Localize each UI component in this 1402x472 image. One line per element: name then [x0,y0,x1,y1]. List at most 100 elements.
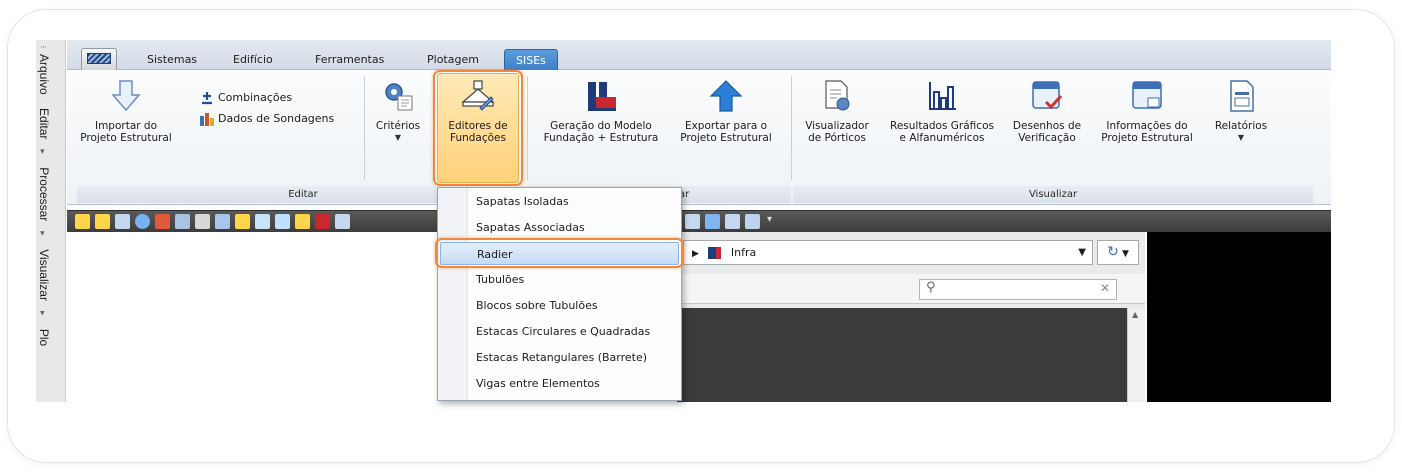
criterios-label: Critérios [375,120,421,132]
toolbar-tool-icon[interactable] [725,214,740,229]
informacoes-projeto-button[interactable]: Informações do Projeto Estrutural [1093,78,1201,144]
relatorios-button[interactable]: Relatórios ▼ [1205,78,1277,144]
editores-fundacoes-label: Editores de Fundações [448,120,508,144]
chevron-right-icon: ▸ [38,149,48,154]
refresh-icon: ↻ [1107,244,1119,260]
chevron-right-icon: ▸ [38,310,48,316]
foundation-editors-menu: Sapatas Isoladas Sapatas Associadas Radi… [437,187,682,401]
search-input[interactable]: ⚲ ✕ [919,279,1117,300]
toolbar-tool-icon[interactable] [275,214,290,229]
toolbar-tool-icon[interactable] [195,214,210,229]
toolbar-tool-icon[interactable] [705,214,720,229]
desenhos-verificacao-button[interactable]: Desenhos de Verificação [1005,78,1089,144]
toolbar-tool-icon[interactable] [295,214,310,229]
toolbar-tool-icon[interactable] [315,214,330,229]
side-menu-arquivo[interactable]: Arquivo [37,54,51,95]
application-menu-button[interactable] [81,48,117,70]
menu-item-blocos-sobre-tubuloes[interactable]: Blocos sobre Tubulões [440,294,679,317]
path-field[interactable]: ▶ Infra [683,240,1093,265]
menu-item-vigas-entre-elementos[interactable]: Vigas entre Elementos [440,372,679,395]
tab-sises[interactable]: SISEs [504,49,558,70]
grip-icon: ··· [40,43,47,53]
editores-fundacoes-button[interactable]: Editores de Fundações [437,78,519,144]
toolbar-overflow-icon[interactable]: ▾ [767,214,772,225]
group-label-visualizar: Visualizar [793,186,1313,203]
soil-data-icon [199,111,215,127]
gear-icon [380,78,416,114]
geracao-modelo-button[interactable]: Geração do Modelo Fundação + Estrutura [537,78,665,144]
resultados-graficos-button[interactable]: Resultados Gráficos e Alfanuméricos [883,78,1001,144]
tab-sistemas[interactable]: Sistemas [145,49,199,70]
tab-plotagem[interactable]: Plotagem [425,49,481,70]
toolbar-tool-icon[interactable] [155,214,170,229]
side-menu-plotagem[interactable]: Plo [37,329,51,346]
scroll-up-icon[interactable]: ▲ [1132,310,1138,319]
clear-icon[interactable]: ✕ [1100,281,1110,295]
toolbar-tool-icon[interactable] [255,214,270,229]
side-menu-visualizar[interactable]: Visualizar [37,249,51,301]
side-menu-processar[interactable]: Processar [37,167,51,221]
toolbar-tool-icon[interactable] [235,214,250,229]
toolbar-tool-icon[interactable] [75,214,90,229]
refresh-icon[interactable] [135,214,150,229]
menu-item-sapatas-associadas[interactable]: Sapatas Associadas [440,216,679,239]
quick-toolbar: ▾ [67,210,1331,232]
tree-view[interactable] [677,308,1127,402]
chevron-down-icon: ▼ [1078,247,1086,258]
exportar-projeto-label: Exportar para o Projeto Estrutural [680,120,772,144]
app-logo-icon [87,53,111,64]
toolbar-tool-icon[interactable] [175,214,190,229]
browser-pane: ▶ Infra ▼ ↻ ▼ ⚲ ✕ ▲ [677,232,1145,402]
dados-sondagens-button[interactable]: Dados de Sondagens [199,111,334,127]
radier-highlight-outline [435,238,684,268]
group-separator [527,76,528,180]
chevron-down-icon: ▼ [1237,133,1245,142]
application-window: Sistemas Edifício Ferramentas Plotagem S… [67,40,1331,402]
left-pane [67,232,437,402]
vertical-scrollbar[interactable]: ▲ [1127,308,1145,402]
combinacoes-button[interactable]: Combinações [199,90,292,106]
toolbar-tool-icon[interactable] [215,214,230,229]
relatorios-label: Relatórios [1214,120,1268,132]
model-generation-icon [583,78,619,114]
side-menu-bar: ··· Arquivo Editar ▸ Processar ▸ Visualiza… [36,40,66,402]
import-project-button[interactable]: Importar do Projeto Estrutural [77,78,175,144]
chevron-right-icon: ▶ [692,249,699,259]
side-menu-editar[interactable]: Editar [37,108,51,139]
menu-item-estacas-retangulares[interactable]: Estacas Retangulares (Barrete) [440,346,679,369]
import-project-label: Importar do Projeto Estrutural [80,120,172,144]
criterios-button[interactable]: Critérios ▼ [369,78,427,144]
bar-chart-icon [924,78,960,114]
verification-drawing-icon [1029,78,1065,114]
project-info-icon [1129,78,1165,114]
group-separator [364,76,365,180]
dados-sondagens-label: Dados de Sondagens [218,112,335,125]
report-icon [1223,78,1259,114]
group-separator [791,76,792,180]
exportar-projeto-button[interactable]: Exportar para o Projeto Estrutural [671,78,781,144]
toolbar-tool-icon[interactable] [685,214,700,229]
toolbar-tool-icon[interactable] [745,214,760,229]
visualizador-porticos-button[interactable]: Visualizador de Pórticos [795,78,879,144]
search-bar: ⚲ ✕ [677,274,1145,304]
menu-item-sapatas-isoladas[interactable]: Sapatas Isoladas [440,190,679,213]
building-icon [708,247,722,259]
toolbar-tool-icon[interactable] [115,214,130,229]
chevron-down-icon: ▼ [1122,249,1129,259]
arrow-up-icon [708,78,744,114]
chevron-right-icon: ▸ [38,231,48,236]
geracao-modelo-label: Geração do Modelo Fundação + Estrutura [543,120,659,144]
tab-ferramentas[interactable]: Ferramentas [313,49,386,70]
desenhos-verificacao-label: Desenhos de Verificação [1012,120,1082,144]
menu-item-tubuloes[interactable]: Tubulões [440,268,679,291]
toolbar-tool-icon[interactable] [335,214,350,229]
path-dropdown-button[interactable]: ▼ [1045,240,1093,265]
ribbon-panel: Importar do Projeto Estrutural Combinaçõ… [67,70,1331,205]
tab-edificio[interactable]: Edifício [231,49,275,70]
toolbar-tool-icon[interactable] [95,214,110,229]
combinacoes-label: Combinações [218,91,293,104]
visualizador-porticos-label: Visualizador de Pórticos [805,120,869,144]
refresh-button[interactable]: ↻ ▼ [1097,240,1139,265]
menu-item-estacas-circulares[interactable]: Estacas Circulares e Quadradas [440,320,679,343]
plus-minus-icon [199,90,215,106]
